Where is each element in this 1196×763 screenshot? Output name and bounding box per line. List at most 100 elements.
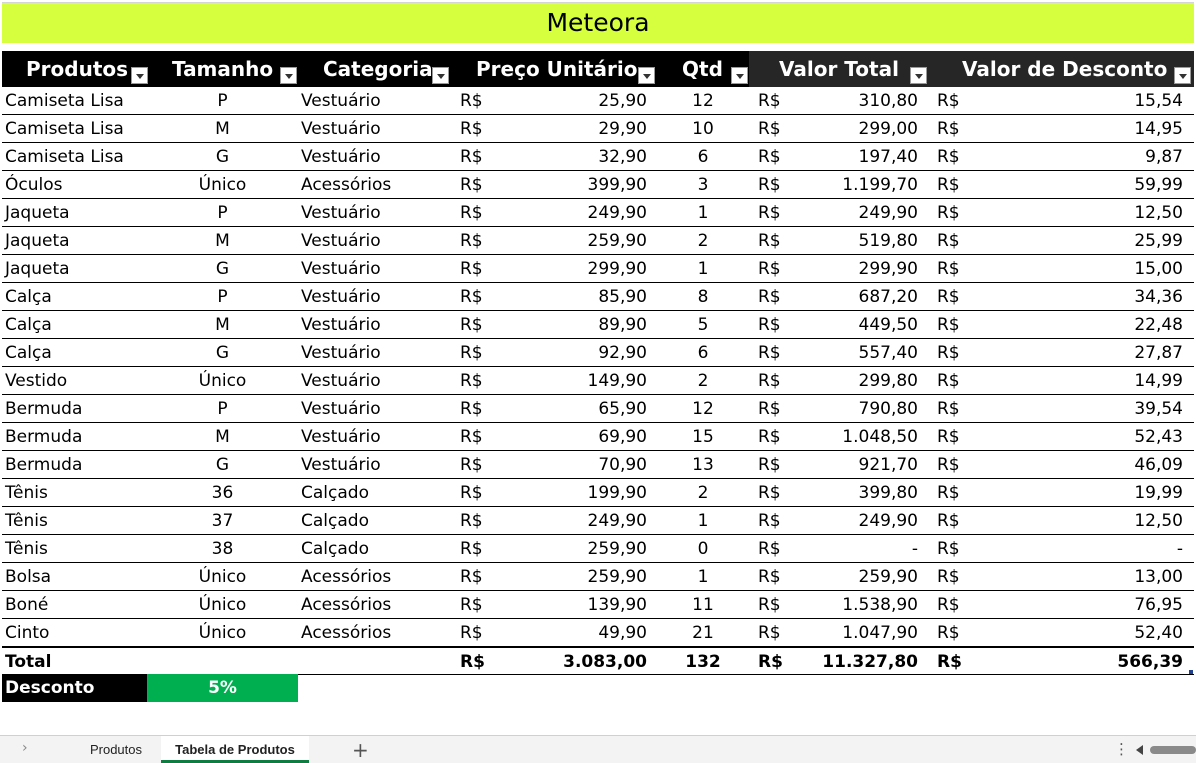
currency-cell[interactable]: R$ <box>937 591 977 619</box>
currency-cell[interactable]: R$ <box>460 311 500 339</box>
preco-cell[interactable]: 85,90 <box>502 283 647 311</box>
categoria-cell[interactable]: Acessórios <box>301 171 449 199</box>
currency-cell[interactable]: R$ <box>460 563 500 591</box>
currency-cell[interactable]: R$ <box>937 479 977 507</box>
currency-cell[interactable]: R$ <box>758 283 798 311</box>
currency-cell[interactable]: R$ <box>937 115 977 143</box>
preco-cell[interactable]: 199,90 <box>502 479 647 507</box>
preco-cell[interactable]: 259,90 <box>502 535 647 563</box>
categoria-cell[interactable]: Vestuário <box>301 367 449 395</box>
currency-cell[interactable]: R$ <box>758 451 798 479</box>
total-cell[interactable]: 299,90 <box>798 255 918 283</box>
produto-cell[interactable]: Bermuda <box>5 395 145 423</box>
currency-cell[interactable]: R$ <box>758 171 798 199</box>
tamanho-cell[interactable]: G <box>147 143 298 171</box>
categoria-cell[interactable]: Acessórios <box>301 619 449 647</box>
currency-cell[interactable]: R$ <box>937 507 977 535</box>
total-cell[interactable]: 249,90 <box>798 507 918 535</box>
produto-cell[interactable]: Tênis <box>5 507 145 535</box>
desconto-cell[interactable]: 15,00 <box>977 255 1183 283</box>
total-desconto-cell[interactable]: 566,39 <box>977 648 1183 676</box>
table-title[interactable]: Meteora <box>2 3 1194 43</box>
produto-cell[interactable]: Jaqueta <box>5 199 145 227</box>
total-cell[interactable]: 790,80 <box>798 395 918 423</box>
desconto-cell[interactable]: 9,87 <box>977 143 1183 171</box>
produto-cell[interactable]: Óculos <box>5 171 145 199</box>
currency-cell[interactable]: R$ <box>758 479 798 507</box>
qtd-cell[interactable]: 1 <box>657 507 749 535</box>
currency-cell[interactable]: R$ <box>758 648 798 676</box>
total-cell[interactable]: 557,40 <box>798 339 918 367</box>
tamanho-cell[interactable]: P <box>147 199 298 227</box>
currency-cell[interactable]: R$ <box>937 255 977 283</box>
preco-cell[interactable]: 249,90 <box>502 507 647 535</box>
tab-tabela-de-produtos[interactable]: Tabela de Produtos <box>161 736 309 763</box>
produto-cell[interactable]: Calça <box>5 339 145 367</box>
tamanho-cell[interactable]: P <box>147 395 298 423</box>
total-valor-cell[interactable]: 11.327,80 <box>798 648 918 676</box>
tamanho-cell[interactable]: M <box>147 423 298 451</box>
categoria-cell[interactable]: Vestuário <box>301 143 449 171</box>
discount-label[interactable]: Desconto <box>2 674 147 702</box>
desconto-cell[interactable]: 22,48 <box>977 311 1183 339</box>
total-cell[interactable]: 1.538,90 <box>798 591 918 619</box>
currency-cell[interactable]: R$ <box>937 563 977 591</box>
produto-cell[interactable]: Bermuda <box>5 423 145 451</box>
preco-cell[interactable]: 65,90 <box>502 395 647 423</box>
currency-cell[interactable]: R$ <box>460 619 500 647</box>
qtd-cell[interactable]: 5 <box>657 311 749 339</box>
desconto-cell[interactable]: 76,95 <box>977 591 1183 619</box>
preco-cell[interactable]: 149,90 <box>502 367 647 395</box>
filter-dropdown-icon[interactable] <box>432 67 449 84</box>
desconto-cell[interactable]: 52,40 <box>977 619 1183 647</box>
currency-cell[interactable]: R$ <box>758 367 798 395</box>
qtd-cell[interactable]: 10 <box>657 115 749 143</box>
filter-dropdown-icon[interactable] <box>731 67 748 84</box>
tamanho-cell[interactable]: M <box>147 311 298 339</box>
tamanho-cell[interactable]: M <box>147 115 298 143</box>
currency-cell[interactable]: R$ <box>460 507 500 535</box>
currency-cell[interactable]: R$ <box>460 339 500 367</box>
currency-cell[interactable]: R$ <box>758 87 798 115</box>
vertical-dots-icon[interactable]: ⋮ <box>1114 740 1129 758</box>
currency-cell[interactable]: R$ <box>758 591 798 619</box>
total-cell[interactable]: 1.048,50 <box>798 423 918 451</box>
tamanho-cell[interactable]: G <box>147 451 298 479</box>
currency-cell[interactable]: R$ <box>937 171 977 199</box>
filter-dropdown-icon[interactable] <box>131 67 148 84</box>
categoria-cell[interactable]: Vestuário <box>301 339 449 367</box>
produto-cell[interactable]: Vestido <box>5 367 145 395</box>
preco-cell[interactable]: 299,90 <box>502 255 647 283</box>
desconto-cell[interactable]: 19,99 <box>977 479 1183 507</box>
total-cell[interactable]: 249,90 <box>798 199 918 227</box>
total-cell[interactable]: 399,80 <box>798 479 918 507</box>
currency-cell[interactable]: R$ <box>937 199 977 227</box>
currency-cell[interactable]: R$ <box>758 619 798 647</box>
currency-cell[interactable]: R$ <box>758 423 798 451</box>
total-cell[interactable]: 519,80 <box>798 227 918 255</box>
qtd-cell[interactable]: 6 <box>657 339 749 367</box>
currency-cell[interactable]: R$ <box>460 648 500 676</box>
currency-cell[interactable]: R$ <box>937 395 977 423</box>
produto-cell[interactable]: Camiseta Lisa <box>5 143 145 171</box>
total-cell[interactable]: 310,80 <box>798 87 918 115</box>
currency-cell[interactable]: R$ <box>460 535 500 563</box>
currency-cell[interactable]: R$ <box>758 507 798 535</box>
currency-cell[interactable]: R$ <box>460 283 500 311</box>
tamanho-cell[interactable]: Único <box>147 619 298 647</box>
currency-cell[interactable]: R$ <box>460 87 500 115</box>
currency-cell[interactable]: R$ <box>460 143 500 171</box>
total-cell[interactable]: 449,50 <box>798 311 918 339</box>
qtd-cell[interactable]: 2 <box>657 227 749 255</box>
total-preco-cell[interactable]: 3.083,00 <box>502 648 647 676</box>
total-cell[interactable]: 1.047,90 <box>798 619 918 647</box>
qtd-cell[interactable]: 12 <box>657 395 749 423</box>
total-cell[interactable]: 299,00 <box>798 115 918 143</box>
currency-cell[interactable]: R$ <box>758 311 798 339</box>
desconto-cell[interactable]: 15,54 <box>977 87 1183 115</box>
tab-produtos[interactable]: Produtos <box>76 736 156 763</box>
total-cell[interactable]: 921,70 <box>798 451 918 479</box>
total-cell[interactable]: 197,40 <box>798 143 918 171</box>
qtd-cell[interactable]: 11 <box>657 591 749 619</box>
categoria-cell[interactable]: Vestuário <box>301 423 449 451</box>
